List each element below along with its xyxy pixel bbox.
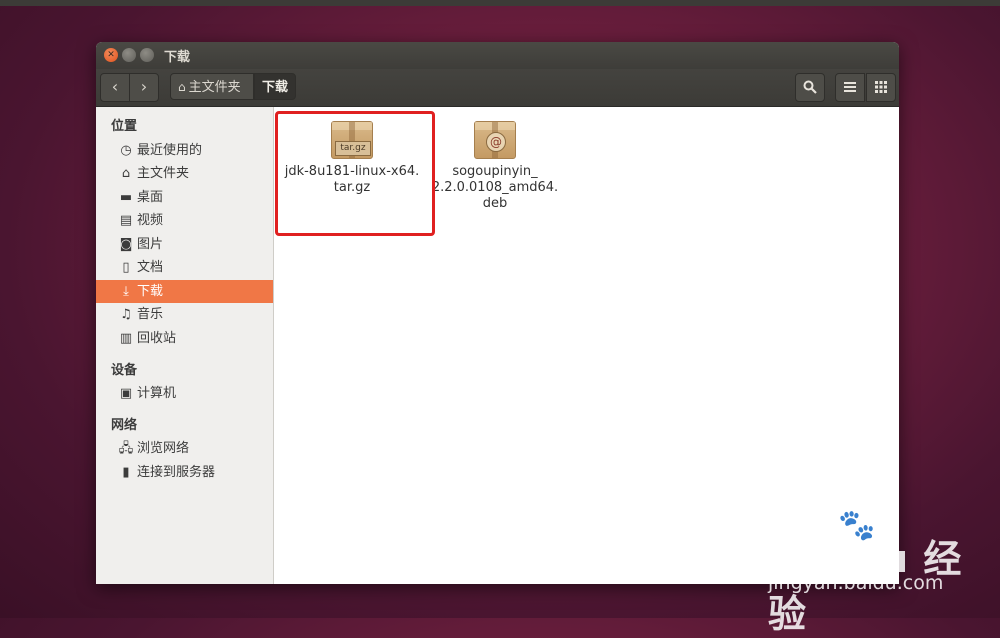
close-icon: ✕ (107, 50, 115, 60)
title-bar[interactable]: ✕ 下载 (96, 42, 899, 69)
sidebar-item-desktop[interactable]: ▬ 桌面 (96, 186, 273, 209)
minimize-window-button[interactable] (122, 48, 136, 62)
list-view-button[interactable] (835, 73, 865, 102)
file-name: sogoupinyin_ 2.2.0.0108_amd64. deb (431, 164, 559, 211)
drive-icon: ▣ (119, 386, 133, 401)
sidebar-item-connect-server[interactable]: ▮ 连接到服务器 (96, 461, 273, 484)
search-button[interactable] (795, 73, 825, 102)
sidebar-item-label: 视频 (137, 213, 164, 228)
sidebar-item-computer[interactable]: ▣ 计算机 (96, 382, 273, 405)
debian-swirl-icon: @ (486, 132, 506, 152)
sidebar-item-label: 下载 (137, 284, 164, 299)
toolbar: ‹ › ⌂ 主文件夹 下载 (96, 69, 899, 107)
search-icon (803, 80, 817, 94)
folder-icon: ▬ (119, 190, 133, 205)
document-icon: ▯ (122, 260, 130, 275)
grid-view-button[interactable] (866, 73, 896, 102)
music-icon: ♫ (120, 307, 132, 322)
close-window-button[interactable]: ✕ (104, 48, 118, 62)
sidebar: 位置 ◷ 最近使用的 ⌂ 主文件夹 ▬ 桌面 ▤ 视频 ◙ 图片 ▯ 文档 ⤓ 下载 ♫ 音乐 … (96, 107, 274, 584)
sidebar-item-label: 文档 (137, 260, 164, 275)
chevron-left-icon: ‹ (111, 77, 119, 96)
network-heading: 网络 (111, 418, 138, 433)
sidebar-item-label: 浏览网络 (137, 441, 190, 456)
sidebar-item-browse-network[interactable]: 🖧 浏览网络 (96, 437, 273, 460)
sidebar-item-downloads[interactable]: ⤓ 下载 (96, 280, 273, 303)
sidebar-item-label: 连接到服务器 (137, 465, 216, 480)
list-view-icon (844, 82, 856, 92)
sidebar-item-label: 计算机 (137, 386, 177, 401)
sidebar-item-documents[interactable]: ▯ 文档 (96, 256, 273, 279)
home-icon: ⌂ (121, 166, 131, 181)
sidebar-item-trash[interactable]: ▥ 回收站 (96, 327, 273, 350)
sidebar-item-label: 最近使用的 (137, 143, 203, 158)
download-icon: ⤓ (123, 284, 129, 299)
sidebar-item-videos[interactable]: ▤ 视频 (96, 209, 273, 232)
sidebar-item-recent[interactable]: ◷ 最近使用的 (96, 139, 273, 162)
sidebar-item-pictures[interactable]: ◙ 图片 (96, 233, 273, 256)
home-icon: ⌂ (178, 80, 186, 94)
film-icon: ▤ (119, 213, 133, 228)
annotation-highlight-box (275, 111, 435, 236)
grid-view-icon (875, 81, 887, 93)
sidebar-item-label: 回收站 (137, 331, 177, 346)
chevron-right-icon: › (140, 77, 148, 96)
devices-heading: 设备 (111, 363, 138, 378)
forward-button[interactable]: › (129, 73, 159, 102)
clock-icon: ◷ (120, 143, 132, 158)
maximize-window-button[interactable] (140, 48, 154, 62)
network-icon: 🖧 (118, 441, 134, 456)
sidebar-item-home[interactable]: ⌂ 主文件夹 (96, 162, 273, 185)
breadcrumb-home-label: 主文件夹 (188, 80, 241, 95)
sidebar-item-label: 桌面 (137, 190, 164, 205)
trash-icon: ▥ (119, 331, 133, 346)
sidebar-item-label: 音乐 (137, 307, 164, 322)
file-item-sogoupinyin[interactable]: @ sogoupinyin_ 2.2.0.0108_amd64. deb (420, 121, 570, 212)
deb-package-icon: @ (474, 121, 516, 159)
camera-icon: ◙ (119, 237, 133, 252)
file-manager-window: ✕ 下载 ‹ › ⌂ 主文件夹 下载 位置 ◷ 最近使用的 ⌂ 主文件夹 ▬ 桌… (96, 42, 899, 584)
breadcrumb-current[interactable]: 下载 (254, 73, 296, 100)
sidebar-item-music[interactable]: ♫ 音乐 (96, 303, 273, 326)
server-icon: ▮ (122, 465, 130, 480)
window-title: 下载 (164, 50, 191, 65)
breadcrumb-home[interactable]: ⌂ 主文件夹 (170, 73, 254, 100)
back-button[interactable]: ‹ (100, 73, 130, 102)
places-heading: 位置 (111, 119, 138, 134)
sidebar-item-label: 图片 (137, 237, 164, 252)
desktop-top-panel (0, 0, 1000, 6)
sidebar-item-label: 主文件夹 (137, 166, 190, 181)
watermark-url: jingyan.baidu.com (768, 572, 944, 594)
